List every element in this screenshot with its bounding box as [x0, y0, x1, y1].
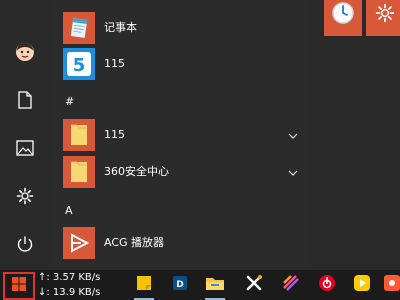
- chevron-down-icon[interactable]: [286, 165, 300, 179]
- stripes-icon: [282, 274, 300, 296]
- start-menu: 记事本 5 115 # 115 360安全中心 A ACG 播放器: [0, 0, 400, 270]
- user-avatar[interactable]: [0, 34, 50, 74]
- svg-text:D: D: [176, 280, 183, 290]
- taskbar-app-media[interactable]: [279, 273, 303, 297]
- app-item-115-folder[interactable]: 115: [50, 117, 310, 153]
- x-tool-icon: [245, 274, 263, 296]
- taskbar-app-sticky-notes[interactable]: [132, 273, 156, 300]
- acg-player-icon: [63, 227, 95, 259]
- app-label: ACG 播放器: [104, 236, 165, 249]
- app-label: 记事本: [104, 21, 137, 34]
- svg-text:5: 5: [73, 55, 86, 76]
- document-icon: [17, 91, 33, 113]
- gear-icon: [16, 187, 34, 209]
- app-item-115[interactable]: 5 115: [50, 46, 310, 82]
- download-speed: ↓: 13.9 KB/s: [38, 287, 101, 298]
- taskbar: ↑: 3.57 KB/s ↓: 13.9 KB/s D: [0, 270, 400, 300]
- folder-icon: [205, 274, 225, 296]
- folder-icon: [63, 119, 95, 151]
- play-icon: [353, 274, 371, 296]
- dictionary-icon: D: [171, 274, 189, 296]
- taskbar-app-netease-music[interactable]: [315, 273, 339, 297]
- sticky-notes-icon: [135, 274, 153, 296]
- taskbar-app-file-explorer[interactable]: [203, 273, 227, 300]
- power-button[interactable]: [0, 226, 50, 266]
- notepad-icon: [63, 12, 95, 44]
- app-label: 115: [104, 57, 125, 70]
- app-list: 记事本 5 115 # 115 360安全中心 A ACG 播放器: [50, 0, 310, 270]
- app-label: 115: [104, 128, 125, 141]
- tiles-area: [310, 0, 400, 270]
- settings-button[interactable]: [0, 178, 50, 218]
- app-item-acg-player[interactable]: ACG 播放器: [50, 225, 310, 261]
- alarms-clock-tile[interactable]: [324, 0, 362, 36]
- eye-icon: [383, 274, 400, 296]
- windows-logo-icon: [11, 276, 27, 296]
- start-rail: [0, 0, 50, 270]
- folder-icon: [63, 156, 95, 188]
- 115-app-icon: 5: [63, 48, 95, 80]
- image-icon: [16, 140, 34, 160]
- settings-tile[interactable]: [366, 0, 400, 36]
- clock-icon: [331, 1, 355, 29]
- app-label: 360安全中心: [104, 165, 169, 178]
- upload-speed: ↑: 3.57 KB/s: [38, 272, 101, 283]
- network-speed-monitor: ↑: 3.57 KB/s ↓: 13.9 KB/s: [38, 271, 128, 299]
- app-item-notepad[interactable]: 记事本: [50, 10, 310, 46]
- section-header-a[interactable]: A: [65, 201, 73, 221]
- app-item-360-folder[interactable]: 360安全中心: [50, 154, 310, 190]
- chevron-down-icon[interactable]: [286, 128, 300, 142]
- documents-button[interactable]: [0, 82, 50, 122]
- section-header-hash[interactable]: #: [65, 92, 74, 112]
- start-button[interactable]: [3, 272, 35, 300]
- taskbar-app-video[interactable]: [350, 273, 374, 297]
- netease-music-icon: [318, 274, 336, 296]
- taskbar-app-tool[interactable]: [242, 273, 266, 297]
- pictures-button[interactable]: [0, 130, 50, 170]
- taskbar-app-viewer[interactable]: [380, 273, 400, 297]
- avatar-icon: [15, 42, 35, 66]
- taskbar-app-dictionary[interactable]: D: [168, 273, 192, 297]
- gear-icon: [375, 3, 395, 27]
- power-icon: [16, 235, 34, 257]
